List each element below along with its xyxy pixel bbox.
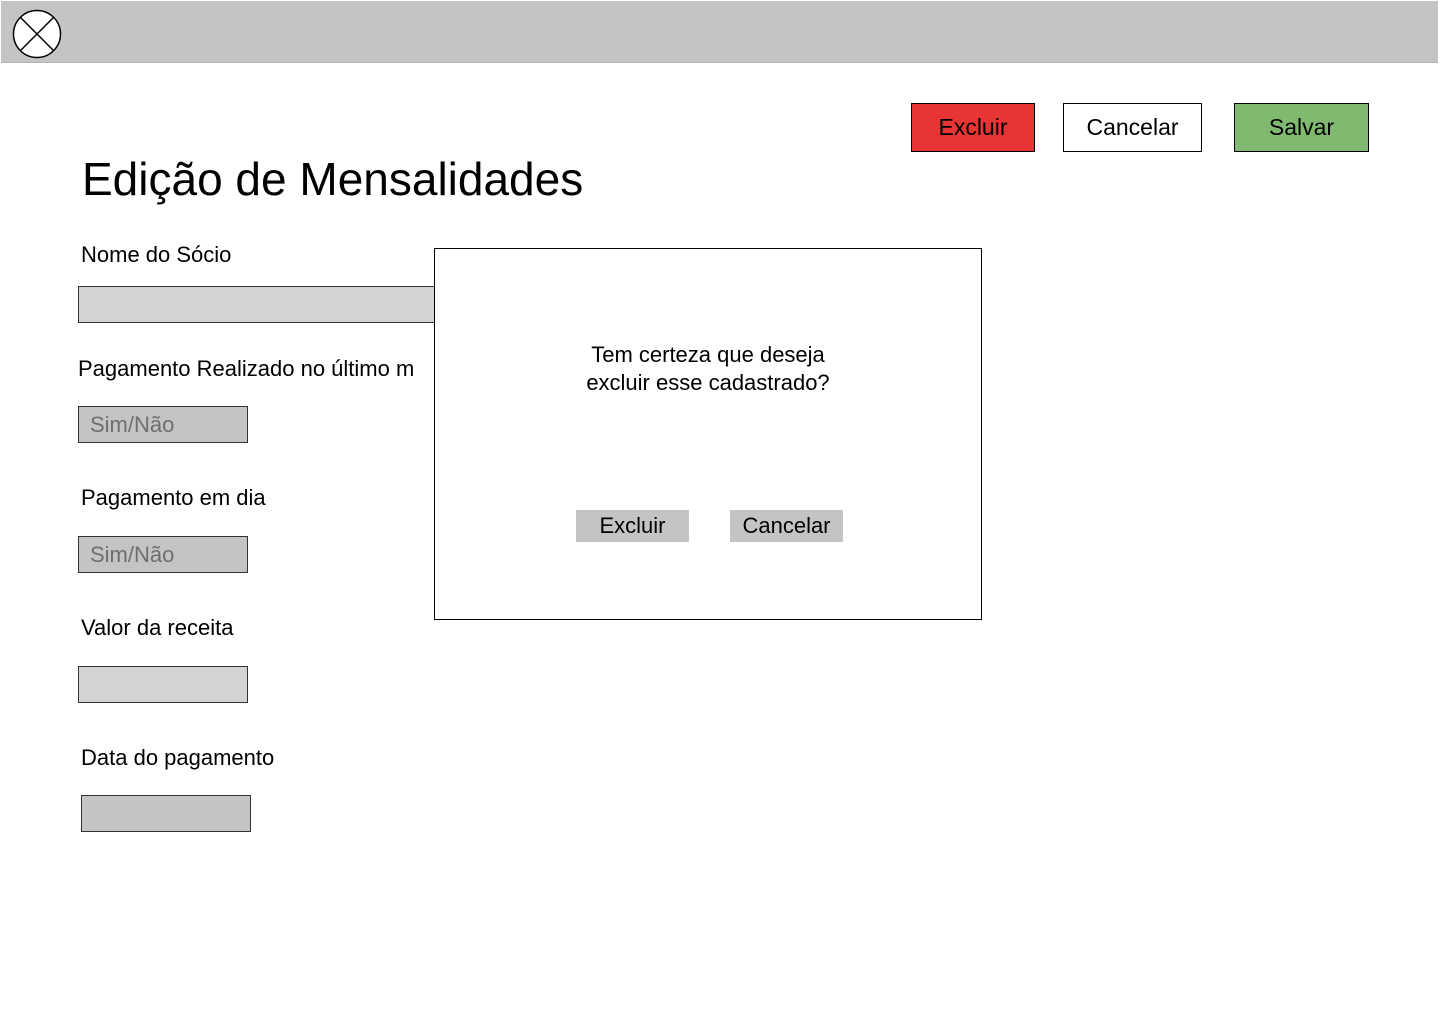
paid-last-month-select[interactable]: Sim/Não xyxy=(78,406,248,443)
save-button[interactable]: Salvar xyxy=(1234,103,1369,152)
payment-up-to-date-label: Pagamento em dia xyxy=(81,485,266,510)
delete-confirm-dialog: Tem certeza que deseja excluir esse cada… xyxy=(434,248,982,620)
dialog-message-line-1: Tem certeza que deseja xyxy=(591,342,825,367)
page-title: Edição de Mensalidades xyxy=(82,153,584,205)
top-bar xyxy=(1,1,1438,63)
revenue-amount-input[interactable] xyxy=(78,666,248,703)
dialog-message-line-2: excluir esse cadastrado? xyxy=(586,370,830,395)
close-circle-icon[interactable] xyxy=(12,9,62,59)
dialog-cancel-button[interactable]: Cancelar xyxy=(730,510,843,542)
member-name-label: Nome do Sócio xyxy=(81,242,232,267)
payment-date-label: Data do pagamento xyxy=(81,745,275,770)
payment-date-input[interactable] xyxy=(81,795,251,832)
cancel-button[interactable]: Cancelar xyxy=(1063,103,1202,152)
member-name-input[interactable] xyxy=(78,286,478,323)
dialog-message: Tem certeza que deseja excluir esse cada… xyxy=(435,341,981,397)
dialog-confirm-delete-button[interactable]: Excluir xyxy=(576,510,689,542)
paid-last-month-label: Pagamento Realizado no último m xyxy=(78,356,415,381)
revenue-amount-label: Valor da receita xyxy=(81,615,234,640)
delete-button[interactable]: Excluir xyxy=(911,103,1035,152)
payment-up-to-date-select[interactable]: Sim/Não xyxy=(78,536,248,573)
